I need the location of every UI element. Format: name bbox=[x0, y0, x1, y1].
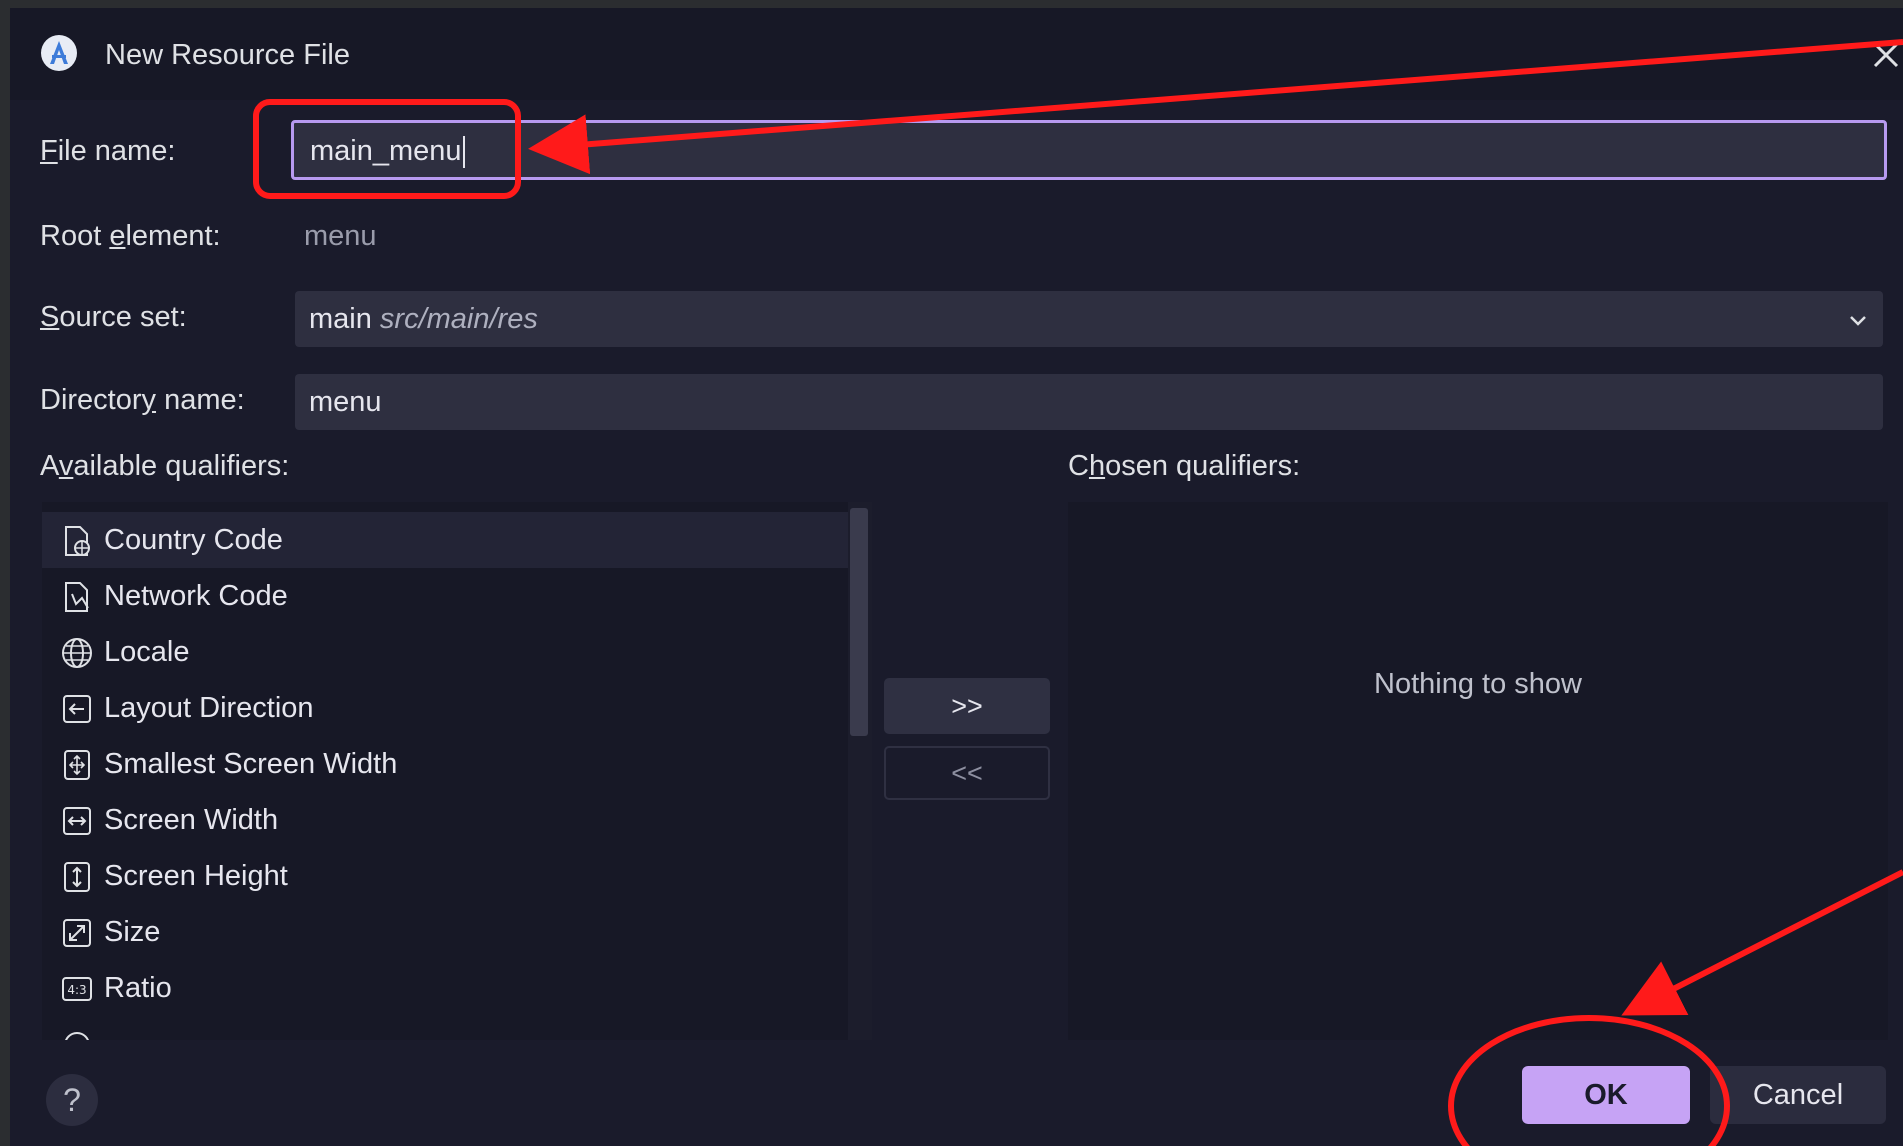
android-studio-icon bbox=[41, 35, 77, 71]
globe-icon bbox=[62, 638, 92, 668]
qualifier-item-partial[interactable] bbox=[42, 1016, 848, 1040]
qualifier-item-screen-width[interactable]: Screen Width bbox=[42, 792, 848, 848]
empty-state-text: Nothing to show bbox=[1374, 668, 1582, 700]
help-button[interactable]: ? bbox=[46, 1074, 98, 1126]
file-name-value: main_menu bbox=[310, 135, 462, 167]
directory-name-value: menu bbox=[309, 386, 382, 418]
window-edge-top bbox=[0, 0, 1903, 8]
country-code-icon bbox=[65, 526, 90, 556]
remove-qualifier-button[interactable]: << bbox=[884, 746, 1050, 800]
qualifier-item-network-code[interactable]: Network Code bbox=[42, 568, 848, 624]
available-qualifiers-label: Available qualifiers: bbox=[40, 450, 290, 482]
network-code-icon bbox=[65, 582, 89, 612]
chosen-qualifiers-label: Chosen qualifiers: bbox=[1068, 450, 1301, 482]
layout-direction-icon bbox=[63, 695, 91, 723]
partial-item-icon bbox=[65, 1032, 89, 1040]
size-icon bbox=[63, 919, 91, 947]
chosen-qualifiers-list[interactable]: Nothing to show bbox=[1068, 502, 1888, 1040]
window-edge-left bbox=[0, 0, 10, 1146]
qualifier-item-ratio[interactable]: 4:3 Ratio bbox=[42, 960, 848, 1016]
qualifier-item-smallest-screen-width[interactable]: Smallest Screen Width bbox=[42, 736, 848, 792]
new-resource-file-dialog: New Resource File File name: main_menu R… bbox=[10, 8, 1903, 1146]
smallest-width-icon bbox=[64, 750, 90, 780]
qualifier-item-screen-height[interactable]: Screen Height bbox=[42, 848, 848, 904]
dialog-title: New Resource File bbox=[105, 39, 350, 71]
ratio-icon: 4:3 bbox=[62, 977, 92, 1001]
text-caret bbox=[462, 136, 465, 169]
qualifier-item-locale[interactable]: Locale bbox=[42, 624, 848, 680]
root-element-value: menu bbox=[304, 220, 377, 252]
source-set-dropdown[interactable]: main src/main/res bbox=[295, 291, 1883, 347]
qualifier-item-country-code[interactable]: Country Code bbox=[42, 512, 848, 568]
scrollbar-thumb[interactable] bbox=[850, 508, 868, 736]
source-set-path: src/main/res bbox=[379, 303, 538, 335]
screen-width-icon bbox=[63, 807, 91, 835]
source-set-label: Source set: bbox=[40, 301, 187, 333]
qualifier-item-layout-direction[interactable]: Layout Direction bbox=[42, 680, 848, 736]
root-element-label: Root element: bbox=[40, 220, 221, 252]
available-qualifiers-list[interactable]: Country Code Network Code Locale Layout … bbox=[42, 502, 872, 1040]
source-set-name: main bbox=[309, 303, 372, 335]
ok-button[interactable]: OK bbox=[1522, 1066, 1690, 1124]
cancel-button[interactable]: Cancel bbox=[1710, 1066, 1886, 1124]
directory-name-label: Directory name: bbox=[40, 384, 245, 416]
svg-text:4:3: 4:3 bbox=[67, 983, 86, 997]
title-bar: New Resource File bbox=[10, 8, 1903, 100]
screen-height-icon bbox=[64, 862, 90, 892]
file-name-input[interactable]: main_menu bbox=[291, 120, 1887, 180]
qualifier-item-size[interactable]: Size bbox=[42, 904, 848, 960]
close-icon[interactable] bbox=[1869, 38, 1903, 72]
add-qualifier-button[interactable]: >> bbox=[884, 678, 1050, 734]
directory-name-input[interactable]: menu bbox=[295, 374, 1883, 430]
chevron-down-icon bbox=[1850, 316, 1866, 326]
file-name-label: File name: bbox=[40, 135, 176, 167]
